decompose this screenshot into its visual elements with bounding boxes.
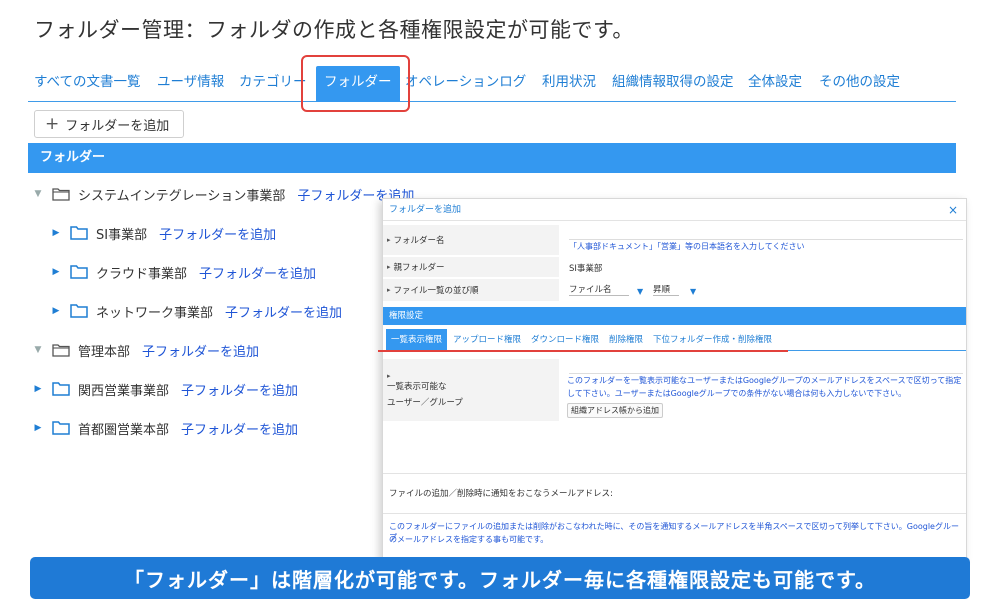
caret-right-icon[interactable]: ▶ — [32, 423, 44, 433]
parent-folder-value: SI事業部 — [569, 264, 603, 274]
sort-order-label: ファイル一覧の並び順 — [383, 279, 559, 301]
permission-tabs: 一覧表示権限 アップロード権限 ダウンロード権限 削除権限 下位フォルダー作成・… — [383, 329, 966, 351]
add-folder-dialog: フォルダーを追加 × フォルダー名 「人事部ドキュメント」「営業」等の日本語名を… — [382, 198, 967, 560]
tab-operation-log[interactable]: オペレーションログ — [405, 70, 526, 98]
plus-icon: + — [45, 113, 60, 134]
permission-settings-header: 権限設定 — [383, 307, 966, 325]
add-child-folder-link[interactable]: 子フォルダーを追加 — [159, 224, 276, 243]
tree-item-name[interactable]: SI事業部 — [96, 224, 147, 243]
tab-usage[interactable]: 利用状況 — [542, 70, 596, 98]
close-icon[interactable]: × — [948, 199, 958, 221]
add-child-folder-link[interactable]: 子フォルダーを追加 — [225, 302, 342, 321]
tree-item-name[interactable]: システムインテグレーション事業部 — [78, 185, 285, 204]
folder-icon — [52, 382, 70, 396]
add-child-folder-link[interactable]: 子フォルダーを追加 — [181, 419, 298, 438]
add-folder-label: フォルダーを追加 — [65, 118, 170, 134]
viewable-hint-1: このフォルダーを一覧表示可能なユーザーまたはGoogleグループのメールアドレス… — [567, 376, 962, 385]
folder-name-label-text: フォルダー名 — [393, 236, 445, 246]
sort-order-select[interactable]: 昇順 — [653, 283, 679, 296]
tree-item-name[interactable]: 関西営業事業部 — [78, 380, 169, 399]
folder-name-label: フォルダー名 — [383, 225, 559, 255]
folder-name-input[interactable] — [569, 239, 963, 240]
tab-list-permission[interactable]: 一覧表示権限 — [386, 329, 448, 351]
folder-icon — [70, 226, 88, 240]
caret-right-icon[interactable]: ▶ — [32, 384, 44, 394]
viewable-label-line2: ユーザー／グループ — [387, 398, 463, 408]
tab-global-settings[interactable]: 全体設定 — [748, 70, 802, 98]
folder-icon — [52, 421, 70, 435]
caret-right-icon[interactable]: ▶ — [50, 306, 62, 316]
tree-item[interactable]: ▼ 管理本部 子フォルダーを追加 — [32, 339, 259, 361]
folder-name-hint: 「人事部ドキュメント」「営業」等の日本語名を入力してください — [569, 242, 805, 251]
tree-item[interactable]: ▶ SI事業部 子フォルダーを追加 — [50, 222, 276, 244]
caret-right-icon[interactable]: ▶ — [50, 267, 62, 277]
sort-order-label-text: ファイル一覧の並び順 — [393, 286, 479, 296]
page-title: フォルダー管理：フォルダの作成と各種権限設定が可能です。 — [34, 18, 634, 42]
caret-down-icon[interactable]: ▼ — [32, 345, 44, 355]
tree-item-name[interactable]: 首都圏営業本部 — [78, 419, 169, 438]
tab-subfolder-permission[interactable]: 下位フォルダー作成・削除権限 — [653, 333, 772, 345]
add-child-folder-link[interactable]: 子フォルダーを追加 — [199, 263, 316, 282]
chevron-down-icon[interactable]: ▼ — [637, 287, 643, 296]
tree-item[interactable]: ▶ 首都圏営業本部 子フォルダーを追加 — [32, 417, 298, 439]
tab-folder[interactable]: フォルダー — [316, 66, 400, 102]
address-book-button[interactable]: 組織アドレス帳から追加 — [567, 403, 663, 418]
divider — [383, 473, 966, 474]
sort-field-select[interactable]: ファイル名 — [569, 283, 629, 296]
dialog-title: フォルダーを追加 — [389, 205, 462, 215]
folder-icon — [70, 304, 88, 318]
tree-item[interactable]: ▶ クラウド事業部 子フォルダーを追加 — [50, 261, 316, 283]
tab-delete-permission[interactable]: 削除権限 — [609, 333, 643, 345]
add-folder-button[interactable]: + フォルダーを追加 — [34, 110, 184, 138]
main-tabs: すべての文書一覧 ユーザ情報 カテゴリー フォルダー オペレーションログ 利用状… — [28, 62, 956, 102]
caret-right-icon[interactable]: ▶ — [50, 228, 62, 238]
folder-open-icon — [52, 188, 70, 201]
add-child-folder-link[interactable]: 子フォルダーを追加 — [181, 380, 298, 399]
tree-item[interactable]: ▼ システムインテグレーション事業部 子フォルダーを追加 — [32, 183, 414, 205]
tab-all-documents[interactable]: すべての文書一覧 — [34, 70, 141, 98]
divider — [383, 513, 966, 514]
notify-hint-2: のメールアドレスを指定する事も可能です。 — [389, 535, 549, 544]
viewable-users-label: 一覧表示可能な ユーザー／グループ — [383, 359, 559, 421]
viewable-hint-2: して下さい。ユーザーまたはGoogleグループでの条件がない場合は何も入力しない… — [567, 389, 907, 398]
parent-folder-label-text: 親フォルダー — [393, 263, 445, 273]
tree-item-name[interactable]: 管理本部 — [78, 341, 130, 360]
permission-tabs-highlight — [378, 350, 788, 352]
folder-section-header: フォルダー — [28, 143, 956, 173]
tab-other-settings[interactable]: その他の設定 — [819, 70, 900, 98]
caret-down-icon[interactable]: ▼ — [32, 189, 44, 199]
tree-item-name[interactable]: クラウド事業部 — [96, 263, 187, 282]
viewable-users-input[interactable] — [569, 373, 963, 374]
tab-download-permission[interactable]: ダウンロード権限 — [531, 333, 599, 345]
tab-upload-permission[interactable]: アップロード権限 — [453, 333, 521, 345]
viewable-label-line1: 一覧表示可能な — [387, 382, 447, 392]
caption-banner: 「フォルダー」は階層化が可能です。フォルダー毎に各種権限設定も可能です。 — [30, 557, 970, 599]
folder-icon — [70, 265, 88, 279]
parent-folder-label: 親フォルダー — [383, 257, 559, 277]
tab-category[interactable]: カテゴリー — [239, 70, 307, 98]
dialog-header: フォルダーを追加 × — [383, 199, 966, 221]
tree-item[interactable]: ▶ ネットワーク事業部 子フォルダーを追加 — [50, 300, 342, 322]
folder-open-icon — [52, 344, 70, 357]
chevron-down-icon[interactable]: ▼ — [690, 287, 696, 296]
tree-item-name[interactable]: ネットワーク事業部 — [96, 302, 213, 321]
tab-org-settings[interactable]: 組織情報取得の設定 — [612, 70, 734, 98]
notify-label: ファイルの追加／削除時に通知をおこなうメールアドレス: — [389, 489, 613, 499]
tab-user-info[interactable]: ユーザ情報 — [157, 70, 224, 98]
tree-item[interactable]: ▶ 関西営業事業部 子フォルダーを追加 — [32, 378, 298, 400]
add-child-folder-link[interactable]: 子フォルダーを追加 — [142, 341, 259, 360]
